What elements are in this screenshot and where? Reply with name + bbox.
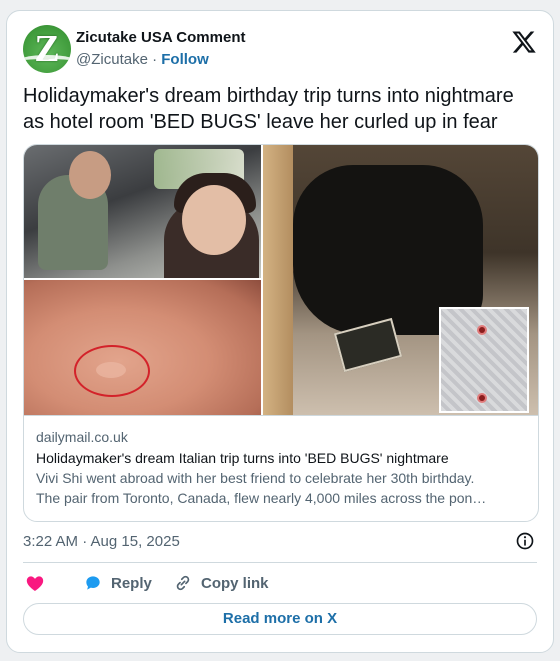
avatar[interactable]: Z	[23, 25, 71, 73]
author-handle[interactable]: @Zicutake	[76, 51, 148, 68]
reply-label: Reply	[111, 574, 152, 592]
photo-curled-up	[263, 145, 538, 415]
reply-button[interactable]: Reply	[83, 571, 152, 595]
info-icon[interactable]	[515, 531, 535, 551]
action-bar: Reply Copy link	[23, 571, 537, 595]
x-logo-icon[interactable]	[511, 29, 537, 55]
link-card[interactable]: dailymail.co.uk Holidaymaker's dream Ita…	[23, 144, 539, 522]
reply-bubble-icon	[86, 576, 100, 590]
timestamp[interactable]: 3:22 AM · Aug 15, 2025	[23, 533, 180, 550]
author-handle-row: @Zicutake · Follow	[76, 51, 209, 68]
tweet-header: Z Zicutake USA Comment @Zicutake · Follo…	[23, 25, 537, 75]
follow-button[interactable]: Follow	[161, 51, 209, 68]
copy-link-button[interactable]: Copy link	[173, 571, 269, 595]
copy-link-label: Copy link	[201, 574, 269, 592]
photo-selfie	[24, 145, 261, 278]
read-more-button[interactable]: Read more on X	[23, 603, 537, 635]
red-circle-highlight	[74, 345, 150, 397]
link-icon	[176, 575, 190, 591]
link-title: Holidaymaker's dream Italian trip turns …	[36, 450, 449, 466]
photo-mattress-inset	[439, 307, 529, 413]
photo-collage[interactable]	[24, 145, 538, 415]
heart-icon	[26, 576, 44, 591]
link-description-2: The pair from Toronto, Canada, flew near…	[36, 490, 487, 506]
tweet-text: Holidaymaker's dream birthday trip turns…	[23, 85, 514, 133]
photo-bite-arm	[24, 280, 261, 415]
tweet-card: Z Zicutake USA Comment @Zicutake · Follo…	[6, 10, 554, 653]
handle-separator: ·	[152, 51, 158, 68]
like-button[interactable]	[25, 571, 45, 595]
link-domain: dailymail.co.uk	[36, 429, 128, 445]
author-name[interactable]: Zicutake USA Comment	[76, 29, 245, 46]
divider	[23, 562, 537, 563]
avatar-swoosh	[23, 55, 71, 69]
link-description-1: Vivi Shi went abroad with her best frien…	[36, 470, 475, 486]
link-info[interactable]: dailymail.co.uk Holidaymaker's dream Ita…	[24, 415, 538, 521]
